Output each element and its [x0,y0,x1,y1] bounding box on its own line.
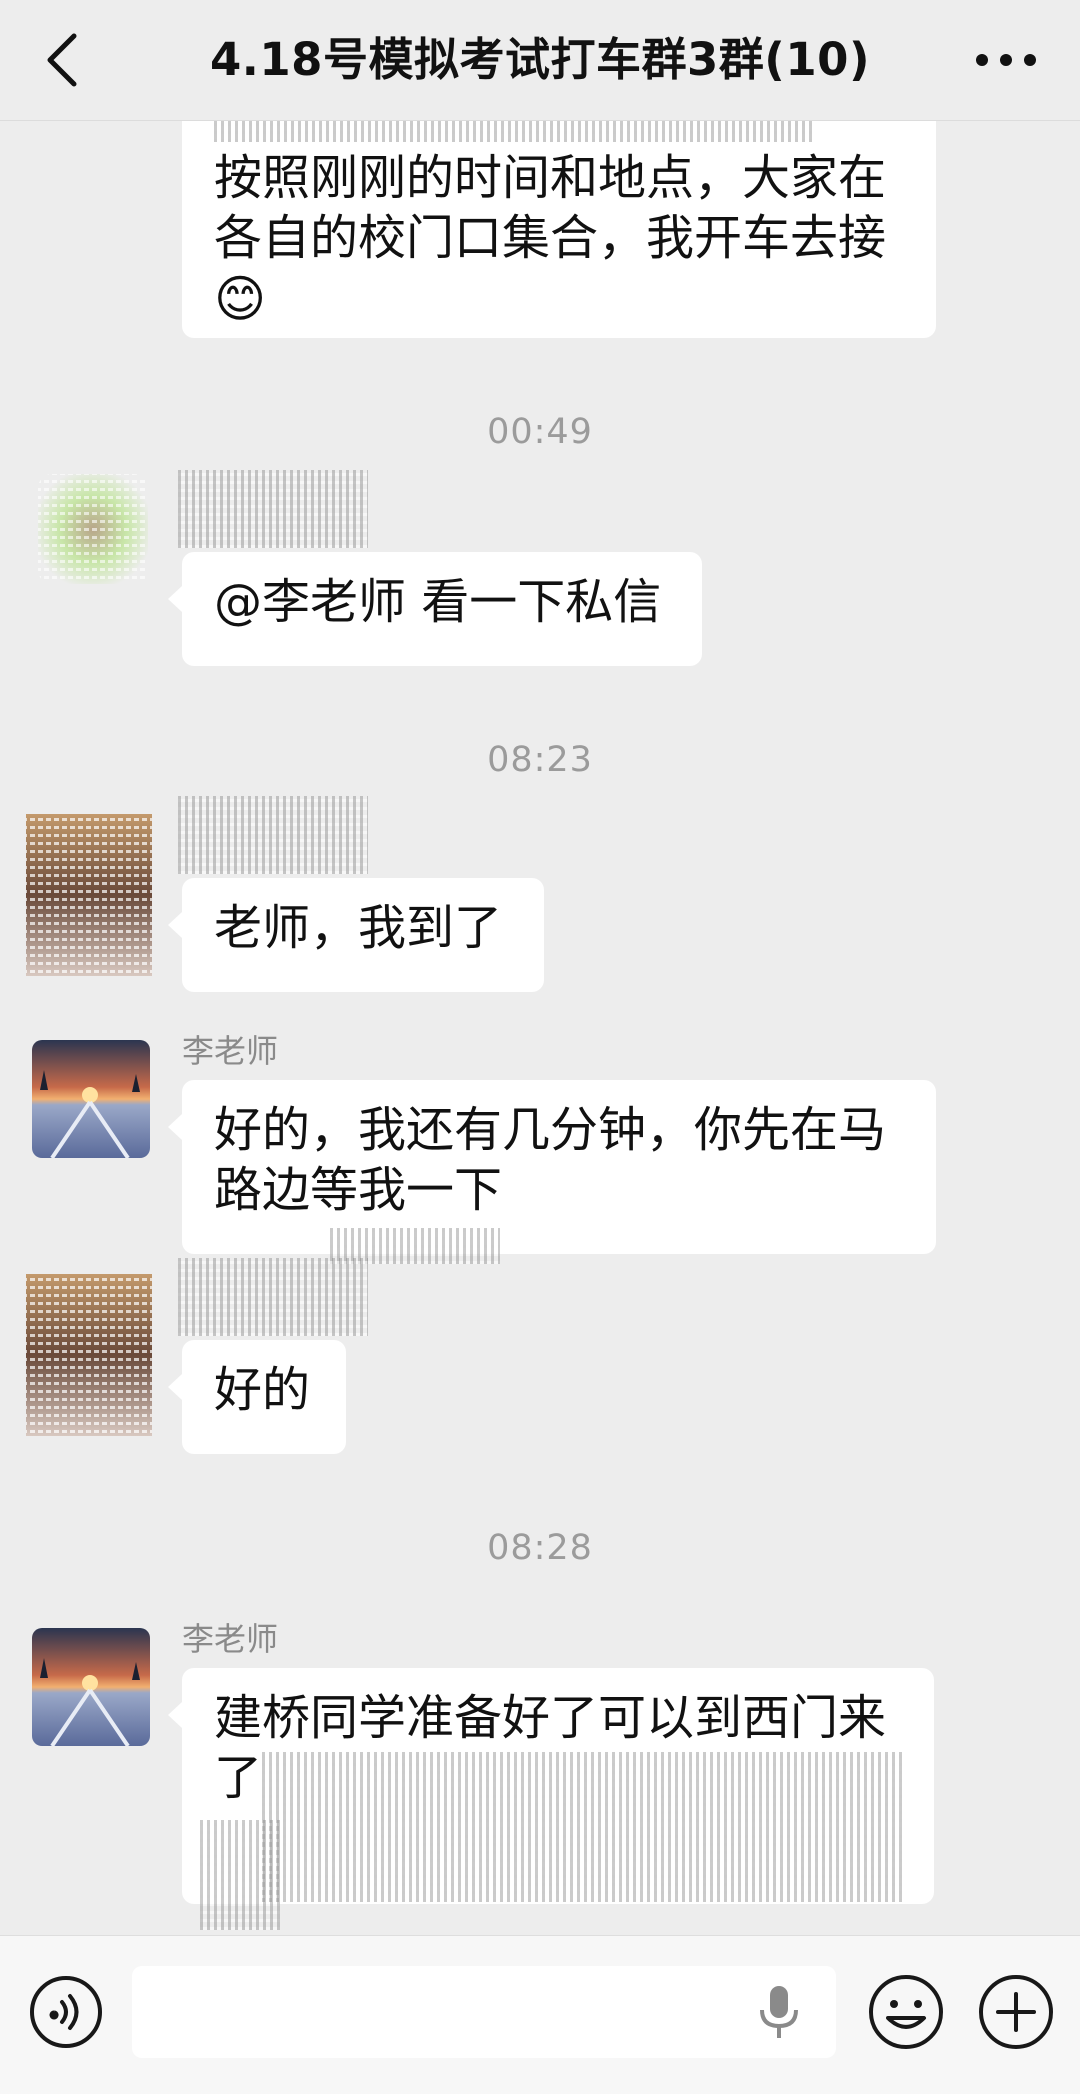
smile-emoji: 😊 [214,270,267,328]
message-list[interactable]: 按照刚刚的时间和地点，大家在 各自的校门口集合，我开车去接 😊 00:49 @李… [0,120,1080,1936]
message-bubble[interactable]: 老师，我到了 [168,878,544,992]
message-bubble[interactable]: 好的 [168,1340,346,1454]
sender-name: 李老师 [182,1032,279,1070]
message-bubble[interactable]: @李老师 看一下私信 [168,552,702,666]
message-input[interactable] [132,1966,836,2058]
message-text: 好的 [214,1362,311,1418]
message-text-line: 建桥同学准备好了可以到西门来 [214,1690,887,1746]
sender-name-redacted [178,470,368,548]
message-text-line: 各自的校门口集合，我开车去接 [214,210,887,266]
avatar[interactable] [22,1270,152,1436]
sender-name-redacted [178,796,368,874]
message-text-line: 路边等我一下 [214,1162,503,1218]
back-chevron-icon [47,33,77,87]
more-functions-button[interactable] [976,1972,1056,2052]
avatar-li-laoshi[interactable] [32,1628,150,1746]
back-button[interactable] [36,28,100,92]
message-bubble[interactable]: 按照刚刚的时间和地点，大家在 各自的校门口集合，我开车去接 😊 [182,120,936,338]
emoji-button[interactable] [866,1972,946,2052]
avatar-image [32,1040,150,1158]
message-text: 老师，我到了 [214,900,503,956]
voice-icon [30,1976,102,2048]
timestamp: 08:28 [487,1528,593,1568]
emoji-icon [869,1975,943,2049]
mic-icon [760,1986,798,2038]
more-dots-icon [976,54,1036,66]
chat-title: 4.18号模拟考试打车群3群(10) [209,33,871,86]
cut-off-text [214,120,814,142]
sender-name-redacted [178,1258,368,1336]
chat-header: 4.18号模拟考试打车群3群(10) [0,0,1080,121]
timestamp: 08:23 [487,740,593,780]
chat-screen: 4.18号模拟考试打车群3群(10) 按照刚刚的时间和地点，大家在 各自的校门口… [0,0,1080,2094]
avatar-li-laoshi[interactable] [32,1040,150,1158]
avatar-image [38,474,148,584]
avatar[interactable] [28,464,158,594]
avatar-image [32,1628,150,1746]
timestamp: 00:49 [487,412,593,452]
input-bar [0,1935,1080,2094]
message-text-line: 好的，我还有几分钟，你先在马 [214,1102,887,1158]
avatar-image [26,814,152,976]
more-button[interactable] [968,28,1044,92]
message-text: @李老师 看一下私信 [214,574,662,630]
avatar[interactable] [22,810,152,976]
message-bubble[interactable]: 好的，我还有几分钟，你先在马 路边等我一下 [168,1080,936,1254]
message-text-line: 按照刚刚的时间和地点，大家在 [214,150,887,206]
mic-button[interactable] [756,1982,802,2042]
redacted-overlay [262,1752,902,1902]
redacted-overlay [200,1820,280,1930]
sender-name: 李老师 [182,1620,279,1658]
voice-button[interactable] [28,1974,104,2050]
avatar-image [26,1274,152,1436]
plus-icon [979,1975,1053,2049]
